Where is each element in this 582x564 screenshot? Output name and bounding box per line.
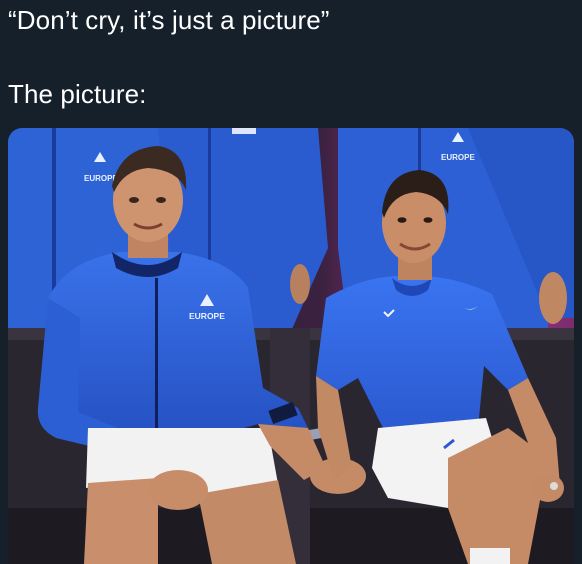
- photo-illustration: EUROPE EUROPE EUROPE: [8, 128, 574, 564]
- attached-photo[interactable]: EUROPE EUROPE EUROPE: [8, 128, 574, 564]
- svg-text:EUROPE: EUROPE: [441, 153, 475, 162]
- svg-text:EUROPE: EUROPE: [189, 311, 225, 321]
- post-label-text: The picture:: [8, 79, 147, 109]
- post-quote-text: “Don’t cry, it’s just a picture”: [8, 5, 330, 35]
